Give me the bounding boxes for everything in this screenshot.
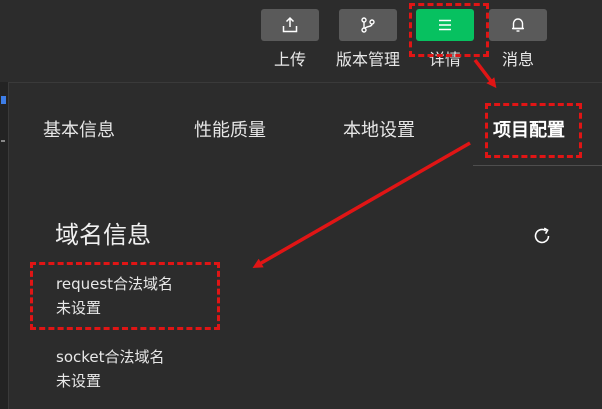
top-toolbar: 上传 版本管理 详情 消息 bbox=[0, 0, 602, 82]
tab-performance[interactable]: 性能质量 bbox=[194, 119, 266, 143]
refresh-icon[interactable] bbox=[531, 225, 553, 247]
edge-marker-small bbox=[1, 140, 5, 142]
details-tool[interactable]: 详情 bbox=[414, 9, 476, 70]
branch-icon bbox=[361, 17, 375, 33]
tab-basic-info[interactable]: 基本信息 bbox=[43, 119, 115, 143]
upload-button[interactable] bbox=[261, 9, 319, 41]
request-domain-label: request合法域名 bbox=[56, 275, 174, 293]
messages-label: 消息 bbox=[501, 50, 534, 69]
details-button[interactable] bbox=[416, 9, 474, 41]
upload-icon bbox=[282, 16, 298, 33]
tab-local-settings[interactable]: 本地设置 bbox=[343, 119, 415, 143]
socket-domain-block: socket合法域名 未设置 bbox=[56, 345, 165, 393]
version-tool[interactable]: 版本管理 bbox=[330, 9, 406, 70]
details-tabs: 基本信息 性能质量 本地设置 项目配置 bbox=[9, 83, 602, 167]
version-button[interactable] bbox=[339, 9, 397, 41]
tab-project-config[interactable]: 项目配置 bbox=[493, 119, 565, 143]
request-domain-value: 未设置 bbox=[56, 299, 102, 317]
menu-icon bbox=[439, 19, 451, 31]
request-domain-block: request合法域名 未设置 bbox=[56, 272, 173, 320]
domain-section-title: 域名信息 bbox=[55, 221, 151, 249]
devtools-window: 上传 版本管理 详情 消息 基本信息 性能质量 本地设置 项目配置 域名信息 r… bbox=[0, 0, 602, 409]
edge-marker bbox=[1, 96, 6, 104]
details-panel: 基本信息 性能质量 本地设置 项目配置 域名信息 request合法域名 未设置… bbox=[8, 82, 602, 409]
messages-button[interactable] bbox=[489, 9, 547, 41]
details-label: 详情 bbox=[428, 50, 461, 69]
upload-label: 上传 bbox=[273, 50, 306, 69]
messages-tool[interactable]: 消息 bbox=[487, 9, 549, 70]
tab-underline bbox=[473, 165, 602, 166]
left-edge-strip bbox=[0, 82, 8, 409]
socket-domain-label: socket合法域名 bbox=[56, 348, 165, 366]
socket-domain-value: 未设置 bbox=[56, 372, 102, 390]
bell-icon bbox=[512, 18, 524, 32]
upload-tool[interactable]: 上传 bbox=[259, 9, 321, 70]
version-label: 版本管理 bbox=[335, 50, 400, 69]
